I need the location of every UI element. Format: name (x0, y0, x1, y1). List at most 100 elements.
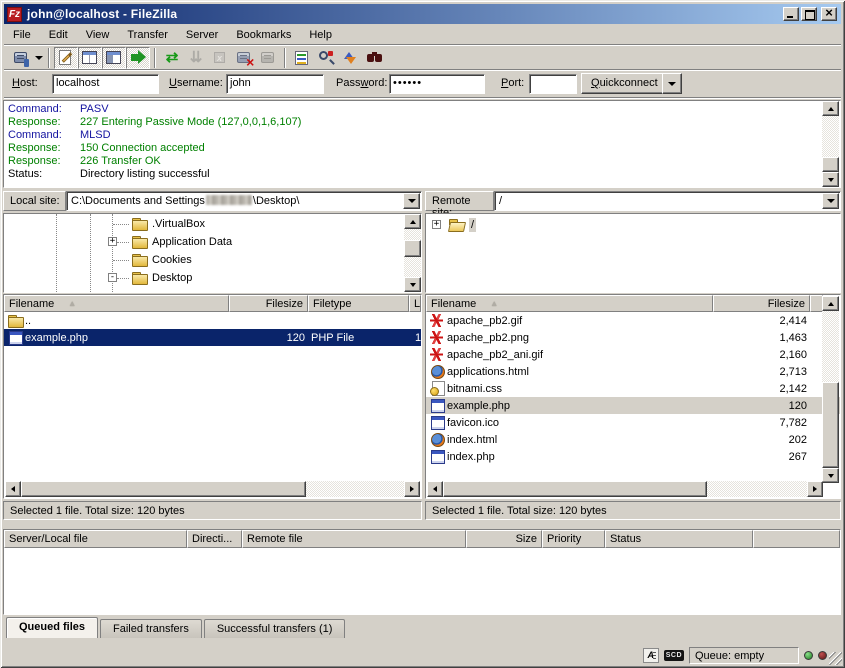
combo-dropdown-button[interactable] (403, 193, 420, 209)
password-input[interactable]: •••••• (389, 74, 485, 94)
menu-transfer[interactable]: Transfer (118, 27, 177, 43)
scroll-down-button[interactable] (822, 172, 839, 187)
remote-site-combo[interactable]: / (494, 191, 841, 211)
file-row-example-php[interactable]: example.php 120 PHP File 1 (4, 329, 421, 346)
tree-item-virtualbox[interactable]: .VirtualBox (4, 215, 421, 233)
synchronized-browsing-button[interactable] (338, 47, 362, 69)
expand-plus-icon[interactable]: + (108, 237, 117, 246)
file-row[interactable]: index.html202 (426, 431, 840, 448)
column-header-priority[interactable]: Priority (542, 530, 605, 548)
quickconnect-button[interactable]: Quickconnect (581, 73, 668, 94)
column-header-filename[interactable]: Filename▲ (426, 295, 713, 312)
remote-list-hscrollbar[interactable] (427, 481, 823, 497)
transfer-queue[interactable]: Server/Local file Directi... Remote file… (3, 529, 841, 615)
scroll-left-button[interactable] (427, 481, 443, 497)
minimize-button[interactable] (783, 7, 799, 21)
process-queue-button[interactable]: ⇊ (184, 47, 208, 69)
toggle-remote-tree-button[interactable] (102, 47, 126, 69)
username-input[interactable]: john (226, 74, 324, 94)
compare-directories-button[interactable] (314, 47, 338, 69)
scroll-right-button[interactable] (807, 481, 823, 497)
column-header-size[interactable]: Size (466, 530, 542, 548)
resize-grip[interactable] (829, 652, 842, 665)
port-input[interactable] (529, 74, 577, 94)
file-row-example-php[interactable]: example.php120 (426, 397, 840, 414)
site-manager-dropdown[interactable] (33, 47, 44, 69)
column-header-direction[interactable]: Directi... (187, 530, 242, 548)
tab-queued-files[interactable]: Queued files (6, 617, 98, 638)
file-row[interactable]: favicon.ico7,782 (426, 414, 840, 431)
local-site-combo[interactable]: C:\Documents and Settings\Desktop\ (66, 191, 422, 211)
tab-successful-transfers[interactable]: Successful transfers (1) (204, 619, 346, 638)
file-row[interactable]: bitnami.css2,142 (426, 380, 840, 397)
toggle-queue-view-button[interactable] (126, 47, 150, 69)
column-header-filesize[interactable]: Filesize (229, 295, 308, 312)
local-file-list[interactable]: Filename▲ Filesize Filetype L .. example… (3, 294, 422, 499)
menu-server[interactable]: Server (177, 27, 227, 43)
column-header-lastmodified[interactable]: L (409, 295, 421, 312)
file-row[interactable]: applications.html2,713 (426, 363, 840, 380)
column-header-filesize[interactable]: Filesize (713, 295, 810, 312)
directory-filters-button[interactable] (290, 47, 314, 69)
file-row[interactable]: apache_pb2.gif2,414 (426, 312, 840, 329)
menu-view[interactable]: View (77, 27, 119, 43)
tree-item-application-data[interactable]: + Application Data (4, 233, 421, 251)
scrollbar-thumb[interactable] (822, 382, 839, 468)
remote-list-vscrollbar[interactable] (822, 296, 839, 483)
column-header-filename[interactable]: Filename▲ (4, 295, 229, 312)
find-files-button[interactable] (362, 47, 386, 69)
maximize-button[interactable] (801, 7, 817, 21)
cancel-button[interactable]: x (208, 47, 232, 69)
column-header-filetype[interactable]: Filetype (308, 295, 409, 312)
scrollbar-thumb[interactable] (822, 157, 839, 172)
combo-dropdown-button[interactable] (822, 193, 839, 209)
toggle-log-view-button[interactable] (54, 47, 78, 69)
scrollbar-thumb[interactable] (21, 481, 306, 497)
tree-item-root[interactable]: + / (426, 216, 840, 234)
title-bar[interactable]: Fz john@localhost - FileZilla (4, 4, 841, 24)
log-scrollbar[interactable] (822, 101, 839, 187)
menu-edit[interactable]: Edit (40, 27, 77, 43)
column-header-server-local-file[interactable]: Server/Local file (4, 530, 187, 548)
site-manager-button[interactable] (9, 47, 33, 69)
scroll-right-button[interactable] (404, 481, 420, 497)
reconnect-button[interactable] (256, 47, 280, 69)
tree-item-desktop[interactable]: - Desktop (4, 269, 421, 287)
column-header-remote-file[interactable]: Remote file (242, 530, 466, 548)
file-row[interactable]: index.php267 (426, 448, 840, 465)
close-button[interactable] (821, 7, 837, 21)
refresh-button[interactable]: ⇄ (160, 47, 184, 69)
scrollbar-thumb[interactable] (404, 240, 421, 257)
local-list-hscrollbar[interactable] (5, 481, 420, 497)
file-row-parent-dir[interactable]: .. (4, 312, 421, 329)
file-row[interactable]: apache_pb2_ani.gif2,160 (426, 346, 840, 363)
message-log[interactable]: Command:PASV Response:227 Entering Passi… (3, 100, 841, 188)
scroll-down-button[interactable] (404, 277, 421, 292)
ascii-transfer-mode-icon[interactable]: A (643, 648, 659, 663)
toolbar: ⇄ ⇊ x × (4, 46, 841, 70)
host-input[interactable]: localhost (52, 74, 159, 94)
menu-bookmarks[interactable]: Bookmarks (227, 27, 300, 43)
scroll-up-button[interactable] (404, 214, 421, 229)
menu-file[interactable]: File (4, 27, 40, 43)
tab-failed-transfers[interactable]: Failed transfers (100, 619, 202, 638)
local-tree-scrollbar[interactable] (404, 214, 421, 292)
scroll-left-button[interactable] (5, 481, 21, 497)
toggle-local-tree-button[interactable] (78, 47, 102, 69)
scroll-up-button[interactable] (822, 296, 839, 311)
scroll-down-button[interactable] (822, 468, 839, 483)
quickconnect-dropdown[interactable] (662, 73, 682, 94)
scrollbar-thumb[interactable] (443, 481, 707, 497)
local-directory-tree[interactable]: .VirtualBox + Application Data Cookies -… (3, 213, 422, 293)
scroll-up-button[interactable] (822, 101, 839, 116)
expand-plus-icon[interactable]: + (432, 220, 441, 229)
menu-help[interactable]: Help (300, 27, 341, 43)
remote-directory-tree[interactable]: + / (425, 213, 841, 293)
disconnect-button[interactable]: × (232, 47, 256, 69)
remote-file-list[interactable]: Filename▲ Filesize apache_pb2.gif2,414 a… (425, 294, 841, 499)
tree-item-cookies[interactable]: Cookies (4, 251, 421, 269)
column-header-status[interactable]: Status (605, 530, 753, 548)
file-row[interactable]: apache_pb2.png1,463 (426, 329, 840, 346)
speed-limit-badge[interactable]: SCD (664, 650, 684, 661)
collapse-minus-icon[interactable]: - (108, 273, 117, 282)
